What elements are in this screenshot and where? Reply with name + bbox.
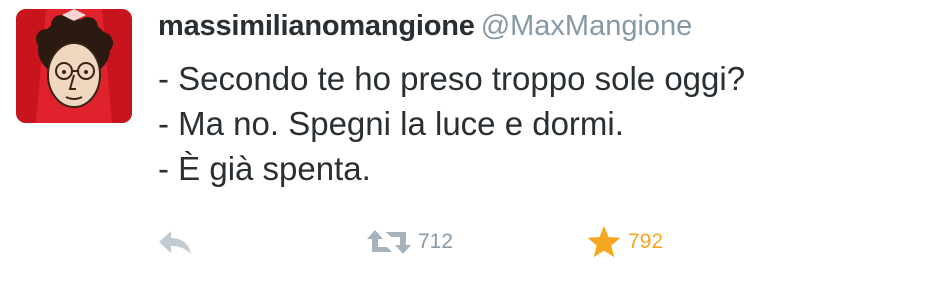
tweet-text-line: - Ma no. Spegni la luce e dormi.	[158, 105, 624, 142]
retweet-icon	[367, 230, 411, 254]
reply-arrow-icon	[159, 231, 191, 254]
favorite-button[interactable]: 792	[586, 222, 663, 262]
retweet-button[interactable]: 712	[366, 222, 453, 262]
user-handle[interactable]: @MaxMangione	[481, 10, 693, 42]
retweet-count: 712	[418, 230, 454, 253]
reply-button[interactable]	[157, 222, 195, 262]
favorite-count: 792	[628, 230, 664, 253]
display-name[interactable]: massimilianomangione	[158, 10, 475, 42]
tweet-text-line: - Secondo te ho preso troppo sole oggi?	[158, 60, 746, 97]
avatar-image	[16, 9, 132, 123]
tweet-actions: 712 792	[0, 222, 938, 262]
tweet-text: - Secondo te ho preso troppo sole oggi? …	[158, 56, 745, 191]
star-icon	[587, 226, 621, 258]
avatar[interactable]	[16, 9, 132, 123]
tweet-header: massimilianomangione @MaxMangione	[158, 6, 692, 46]
tweet-text-line: - È già spenta.	[158, 150, 371, 187]
tweet-card: massimilianomangione @MaxMangione - Secon…	[0, 0, 938, 288]
